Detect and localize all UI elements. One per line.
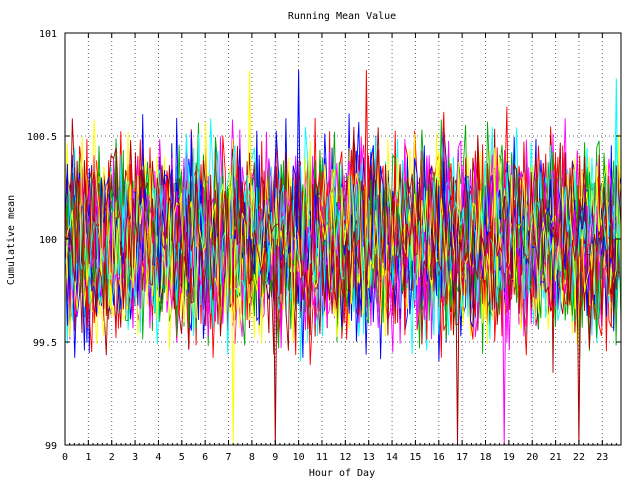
y-tick-label: 100 (39, 235, 57, 246)
chart-container: Running Mean Value Cumulative mean Hour … (0, 0, 640, 480)
x-tick-label: 13 (363, 452, 375, 463)
x-tick-label: 19 (503, 452, 515, 463)
x-tick-label: 21 (550, 452, 562, 463)
y-tick-label: 99.5 (33, 338, 57, 349)
x-tick-label: 22 (573, 452, 585, 463)
x-tick-label: 23 (596, 452, 608, 463)
x-tick-label: 14 (386, 452, 398, 463)
chart-title: Running Mean Value (288, 11, 396, 22)
x-tick-label: 3 (132, 452, 138, 463)
y-tick-label: 99 (45, 441, 57, 452)
x-tick-label: 17 (456, 452, 468, 463)
x-tick-label: 20 (526, 452, 538, 463)
x-tick-label: 1 (85, 452, 91, 463)
x-tick-label: 8 (249, 452, 255, 463)
x-tick-label: 4 (155, 452, 161, 463)
x-tick-label: 6 (202, 452, 208, 463)
x-tick-label: 11 (316, 452, 328, 463)
x-tick-label: 7 (226, 452, 232, 463)
series-layer (64, 70, 622, 446)
x-axis-title: Hour of Day (309, 468, 375, 479)
x-tick-label: 9 (272, 452, 278, 463)
y-tick-label: 100.5 (27, 132, 57, 143)
x-tick-label: 18 (479, 452, 491, 463)
x-tick-label: 12 (339, 452, 351, 463)
x-tick-label: 5 (179, 452, 185, 463)
x-tick-label: 16 (433, 452, 445, 463)
x-tick-label: 2 (109, 452, 115, 463)
x-tick-label: 10 (293, 452, 305, 463)
y-axis-title: Cumulative mean (6, 195, 17, 285)
chart-svg: Running Mean Value Cumulative mean Hour … (6, 11, 622, 479)
y-tick-label: 101 (39, 29, 57, 40)
x-tick-label: 15 (409, 452, 421, 463)
x-tick-label: 0 (62, 452, 68, 463)
